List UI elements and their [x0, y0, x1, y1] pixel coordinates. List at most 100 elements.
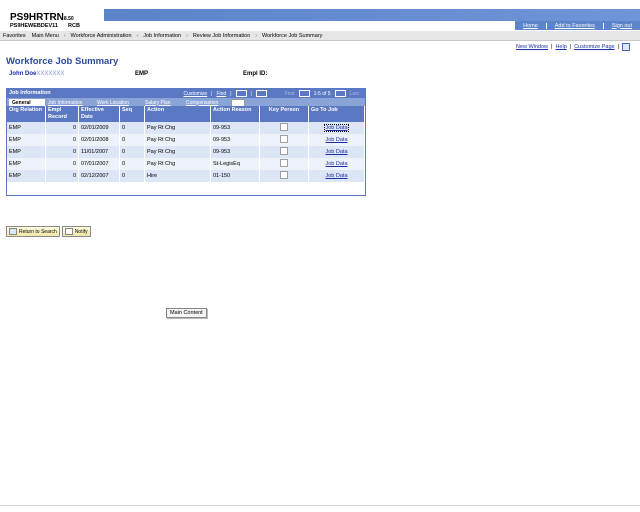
breadcrumb-main-menu[interactable]: Main Menu [29, 33, 62, 39]
tab-salary-plan[interactable]: Salary Plan [142, 99, 184, 106]
cell-org-relation: EMP [7, 158, 46, 170]
cell-effective-date: 11/01/2007 [78, 146, 120, 158]
cell-empl-record: 0 [45, 158, 79, 170]
cell-action: Pay Rt Chg [144, 158, 211, 170]
tab-job-information[interactable]: Job Information [45, 99, 95, 106]
cell-seq: 0 [119, 122, 145, 134]
grid-range: 1-5 of 5 [313, 90, 331, 97]
server-info: PS9HEWEBDEV11 RCB [10, 23, 80, 29]
cell-go-to-job: Job Data [308, 158, 365, 170]
cell-go-to-job: Job Data [308, 170, 365, 182]
cell-effective-date: 07/01/2007 [78, 158, 120, 170]
col-go-to-job: Go To Job [308, 106, 365, 122]
cell-action-reason: 01-150 [210, 170, 260, 182]
tab-general[interactable]: General [9, 99, 45, 106]
next-arrow-icon [334, 90, 346, 97]
download-icon[interactable] [255, 90, 267, 97]
breadcrumb-favorites[interactable]: Favorites [0, 33, 29, 39]
col-action: Action [144, 106, 211, 122]
cell-action: Hire [144, 170, 211, 182]
job-data-link[interactable]: Job Data [325, 161, 347, 167]
job-data-link[interactable]: Job Data [324, 124, 349, 132]
new-window-link[interactable]: New Window [513, 44, 551, 50]
home-link[interactable]: Home [515, 23, 546, 29]
cell-key-person [259, 170, 309, 182]
table-row: EMP 0 02/01/2009 0 Pay Rt Chg 09-953 Job Data [7, 122, 365, 134]
add-to-favorites-link[interactable]: Add to Favorites [545, 22, 603, 29]
cell-seq: 0 [119, 170, 145, 182]
cell-empl-record: 0 [45, 146, 79, 158]
cell-key-person [259, 122, 309, 134]
grid-find-link[interactable]: Find [214, 91, 228, 97]
cell-org-relation: EMP [7, 134, 46, 146]
breadcrumb: Favorites Main Menu › Workforce Administ… [0, 31, 640, 41]
grid-first: First [284, 90, 295, 97]
cell-seq: 0 [119, 158, 145, 170]
breadcrumb-workforce-admin[interactable]: Workforce Administration [68, 33, 135, 39]
page-view-icon[interactable] [622, 43, 630, 51]
cell-empl-record: 0 [45, 170, 79, 182]
cell-org-relation: EMP [7, 146, 46, 158]
cell-action: Pay Rt Chg [144, 146, 211, 158]
tab-compensation[interactable]: Compensation [183, 99, 233, 106]
cell-go-to-job: Job Data [308, 134, 365, 146]
employee-name-masked: XXXXXXX [36, 71, 65, 77]
col-effective-date: Effective Date [78, 106, 120, 122]
sign-out-link[interactable]: Sign out [602, 22, 640, 29]
cell-action: Pay Rt Chg [144, 134, 211, 146]
footer-divider [0, 505, 640, 506]
grid-tabs: General Job Information Work Location Sa… [7, 98, 365, 107]
system-name: PS9HRTRN8.50 [10, 12, 74, 23]
cell-empl-record: 0 [45, 122, 79, 134]
breadcrumb-review-job-info[interactable]: Review Job Information [190, 33, 253, 39]
job-data-link[interactable]: Job Data [325, 149, 347, 155]
employee-name: John DoeXXXXXXX [9, 71, 64, 77]
tab-work-location[interactable]: Work Location [94, 99, 142, 106]
grid-title: Job Information [9, 90, 51, 96]
page-title: Workforce Job Summary [6, 56, 119, 67]
table-row: EMP 0 02/01/2008 0 Pay Rt Chg 09-953 Job Data [7, 134, 365, 146]
key-person-checkbox[interactable] [280, 159, 288, 167]
table-row: EMP 0 11/01/2007 0 Pay Rt Chg 09-953 Job Data [7, 146, 365, 158]
button-bar: Return to Search Notify [6, 226, 93, 237]
job-data-link[interactable]: Job Data [325, 137, 347, 143]
table-header-row: Org Relation Empl Record Effective Date … [7, 106, 365, 122]
grid-divider: | [250, 90, 252, 97]
empl-id-label: Empl ID: [243, 71, 268, 77]
view-all-icon[interactable] [235, 90, 247, 97]
cell-action-reason: St-LegisEq [210, 158, 260, 170]
employee-type: EMP [135, 71, 149, 77]
cell-org-relation: EMP [7, 170, 46, 182]
return-to-search-button[interactable]: Return to Search [6, 226, 60, 237]
job-data-link[interactable]: Job Data [325, 173, 347, 179]
cell-go-to-job: Job Data [308, 122, 365, 134]
key-person-checkbox[interactable] [280, 147, 288, 155]
link-divider: | [617, 44, 619, 50]
prev-arrow-icon [298, 90, 310, 97]
customize-page-link[interactable]: Customize Page [571, 44, 617, 50]
col-key-person: Key Person [259, 106, 309, 122]
col-action-reason: Action Reason [210, 106, 260, 122]
server-label: PS9HEWEBDEV11 [10, 23, 58, 29]
cell-effective-date: 02/12/2007 [78, 170, 120, 182]
key-person-checkbox[interactable] [280, 171, 288, 179]
grid-header: Job Information Customize | Find | | First… [7, 89, 365, 98]
grid-customize-link[interactable]: Customize [182, 91, 210, 97]
key-person-checkbox[interactable] [280, 123, 288, 131]
version-label: 8.50 [63, 16, 74, 22]
help-link[interactable]: Help [552, 44, 569, 50]
cell-action-reason: 09-953 [210, 146, 260, 158]
envelope-icon [64, 228, 73, 235]
table-row: EMP 0 07/01/2007 0 Pay Rt Chg St-LegisEq Job D… [7, 158, 365, 170]
col-empl-record: Empl Record [45, 106, 79, 122]
cell-action: Pay Rt Chg [144, 122, 211, 134]
grid-last: Last [349, 90, 359, 97]
notify-label: Notify [74, 228, 88, 235]
cell-empl-record: 0 [45, 134, 79, 146]
breadcrumb-job-information[interactable]: Job Information [140, 33, 184, 39]
key-person-checkbox[interactable] [280, 135, 288, 143]
cell-action-reason: 09-953 [210, 134, 260, 146]
server-code: RCB [68, 23, 80, 29]
notify-button[interactable]: Notify [61, 226, 91, 237]
header-band [104, 9, 640, 21]
